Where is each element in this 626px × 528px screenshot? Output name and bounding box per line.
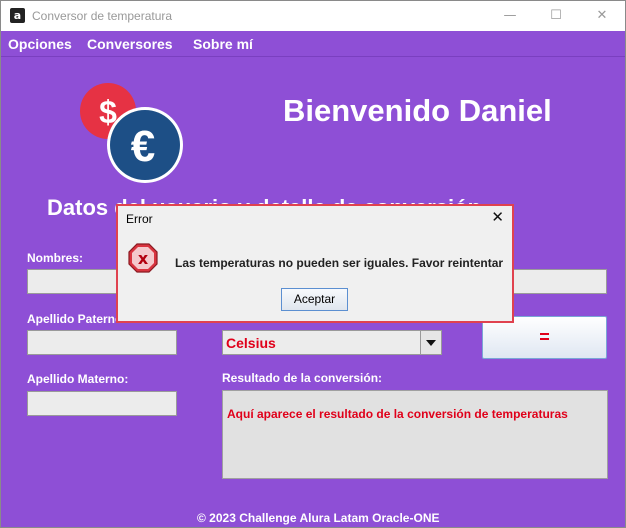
menu-divider [1,56,625,57]
apellido-paterno-input[interactable] [27,330,177,355]
accept-button[interactable]: Aceptar [281,288,348,311]
nombres-label: Nombres: [27,251,84,265]
result-textarea[interactable]: Aquí aparece el resultado de la conversi… [222,390,608,479]
unit-select[interactable]: Celsius [222,330,442,355]
chevron-down-icon[interactable] [420,331,441,354]
error-glyph: x [138,249,149,268]
apellido-materno-input[interactable] [27,391,177,416]
result-text: Aquí aparece el resultado de la conversi… [227,407,568,421]
unit-select-value: Celsius [226,335,276,351]
minimize-button[interactable]: — [487,1,533,31]
resultado-label: Resultado de la conversión: [222,371,383,385]
maximize-button[interactable]: ☐ [533,1,579,31]
error-icon: x [128,243,158,273]
euro-sign: € [131,122,155,171]
menu-bar: Opciones Conversores Sobre mí [1,31,625,56]
menu-sobre-mi[interactable]: Sobre mí [193,36,253,52]
title-bar[interactable]: a Conversor de temperatura — ☐ ✕ [1,1,625,31]
welcome-heading: Bienvenido Daniel [283,93,552,128]
dialog-message: Las temperaturas no pueden ser iguales. … [175,256,504,270]
dialog-close-icon[interactable]: ✕ [491,208,504,226]
window-title: Conversor de temperatura [32,9,173,23]
currency-logo-icon: $ € [80,83,183,183]
apellido-materno-label: Apellido Materno: [27,372,129,386]
menu-conversores[interactable]: Conversores [87,36,173,52]
app-icon: a [10,8,25,23]
close-button[interactable]: ✕ [579,1,625,31]
menu-opciones[interactable]: Opciones [8,36,72,52]
app-window: a Conversor de temperatura — ☐ ✕ Opcione… [0,0,626,528]
footer-credit: © 2023 Challenge Alura Latam Oracle-ONE [197,511,440,525]
dialog-title: Error [126,212,153,226]
error-dialog: Error ✕ x Las temperaturas no pueden ser… [116,204,514,323]
apellido-paterno-label: Apellido Paterno: [27,312,127,326]
